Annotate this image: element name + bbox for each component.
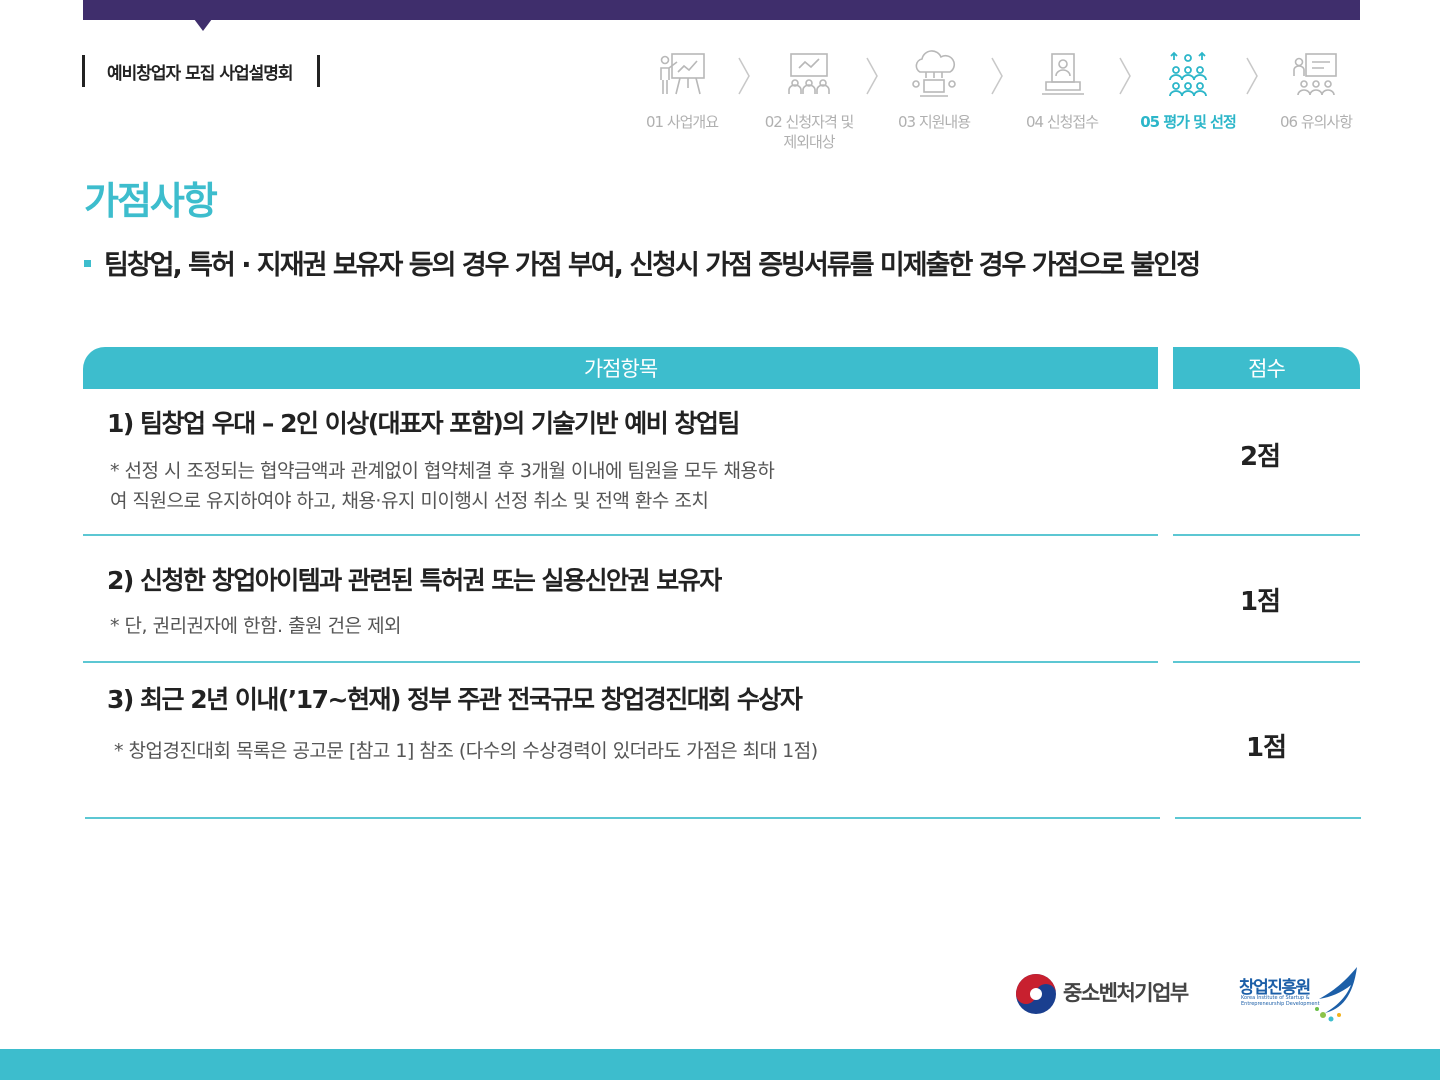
step-02-label: 02 신청자격 및제외대상 (749, 112, 869, 152)
step-05-label: 05 평가 및 선정 (1140, 113, 1237, 131)
step-06-label: 06 유의사항 (1279, 113, 1353, 131)
bullet-text: 팀창업, 특허 · 지재권 보유자 등의 경우 가점 부여, 신청시 가점 증빙… (104, 250, 1201, 281)
row-2-title: 2) 신청한 창업아이템과 관련된 특허권 또는 실용신안권 보유자 (107, 566, 722, 595)
row-1-title: 1) 팀창업 우대 – 2인 이상(대표자 포함)의 기술기반 예비 창업팀 (107, 409, 740, 438)
cloud-computer-icon (912, 50, 956, 97)
row-1-score-divider (1173, 534, 1360, 536)
top-banner-notch (194, 19, 212, 31)
presentation-icon (660, 53, 705, 95)
table-header-score: 점수 (1173, 347, 1360, 389)
brand-right-divider (316, 55, 320, 87)
section-title: 가점사항 (84, 179, 218, 223)
row-2-score-divider (1173, 661, 1360, 663)
step-06[interactable]: 06 유의사항 (1256, 50, 1376, 132)
step-03-label: 03 지원내용 (897, 113, 971, 131)
government-emblem-icon (1016, 974, 1056, 1014)
row-1-divider (83, 534, 1158, 536)
step-04[interactable]: 04 신청접수 (1002, 50, 1122, 132)
brand-title: 예비창업자 모집 사업설명회 (107, 63, 294, 84)
row-3-score-divider (1175, 817, 1361, 819)
row-1-note: * 선정 시 조정되는 협약금액과 관계없이 협약체결 후 3개월 이내에 팀원… (110, 456, 775, 516)
step-04-label: 04 신청접수 (1025, 113, 1099, 131)
row-2-divider (83, 661, 1158, 663)
step-01-label: 01 사업개요 (645, 113, 719, 131)
agency-bird-logo-icon (1315, 967, 1357, 1022)
ministry-logo-text: 중소벤처기업부 (1063, 981, 1189, 1005)
notice-board-icon (1293, 53, 1337, 96)
row-2-note: * 단, 권리권자에 한함. 출원 건은 제외 (110, 615, 402, 637)
footer-bar (0, 1049, 1440, 1080)
row-1-note-line2: 여 직원으로 유지하여야 하고, 채용·유지 미이행시 선정 취소 및 전액 환… (110, 490, 709, 512)
bullet-square-icon (84, 260, 91, 267)
row-1-note-line1: * 선정 시 조정되는 협약금액과 관계없이 협약체결 후 3개월 이내에 팀원… (110, 460, 775, 482)
step-05[interactable]: 05 평가 및 선정 (1128, 50, 1248, 132)
team-evaluation-icon (1169, 51, 1207, 97)
row-3-divider (85, 817, 1160, 819)
step-01[interactable]: 01 사업개요 (622, 50, 742, 132)
step-02-label-line1: 02 신청자격 및 (764, 113, 855, 131)
step-02[interactable]: 02 신청자격 및제외대상 (749, 50, 869, 152)
row-1-score: 2점 (1239, 442, 1281, 472)
meeting-board-icon (788, 53, 830, 94)
row-3-title: 3) 최근 2년 이내(’17~현재) 정부 주관 전국규모 창업경진대회 수상… (107, 685, 803, 714)
bullet-line: 팀창업, 특허 · 지재권 보유자 등의 경우 가점 부여, 신청시 가점 증빙… (84, 243, 1201, 282)
step-02-label-line2: 제외대상 (783, 133, 835, 151)
top-banner-bar (83, 0, 1360, 20)
row-2-score: 1점 (1239, 587, 1281, 617)
footer-logos: 중소벤처기업부 창업진흥원 Korea Institute of Startup… (1015, 965, 1360, 1025)
step-navigation: 01 사업개요 02 신청자격 및 제외대상 03 지원내용 04 신청접수 0… (622, 50, 1362, 160)
brand-header: 예비창업자 모집 사업설명회 (82, 54, 320, 88)
laptop-document-icon (1042, 53, 1084, 95)
table-header-item: 가점항목 (83, 347, 1158, 389)
step-03[interactable]: 03 지원내용 (874, 50, 994, 132)
row-3-note: * 창업경진대회 목록은 공고문 [참고 1] 참조 (다수의 수상경력이 있더… (114, 740, 818, 762)
row-3-score: 1점 (1245, 733, 1287, 763)
